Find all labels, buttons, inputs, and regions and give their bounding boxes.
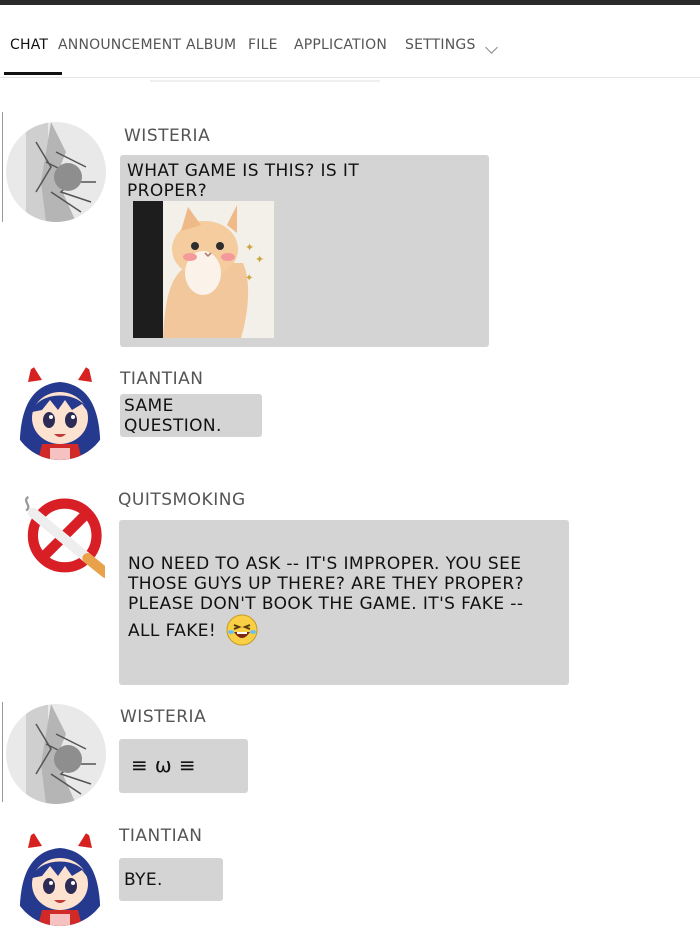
svg-text:✦: ✦	[255, 253, 264, 266]
message-text: ≡ ω ≡	[131, 753, 196, 777]
cat-photo[interactable]: ✦ ✦ ✦	[133, 201, 274, 338]
tab-bar: CHAT ANNOUNCEMENT ALBUM FILE APPLICATION…	[0, 5, 700, 78]
message-bubble[interactable]: SAME QUESTION.	[120, 394, 262, 437]
message-text: BYE.	[124, 870, 163, 890]
laughing-crying-emoji	[226, 614, 258, 651]
message-bubble[interactable]: BYE.	[119, 858, 223, 901]
message-text: SAME QUESTION.	[124, 396, 222, 436]
message-bubble[interactable]: WHAT GAME IS THIS? IS IT PROPER? ✦ ✦ ✦	[120, 155, 489, 347]
tab-application[interactable]: APPLICATION	[294, 37, 387, 53]
sender-name: WISTERIA	[124, 126, 211, 146]
sender-name: WISTERIA	[120, 707, 207, 727]
tiantian-avatar[interactable]	[10, 826, 110, 926]
sender-name: TIANTIAN	[119, 826, 203, 846]
message-text: WHAT GAME IS THIS? IS IT PROPER?	[127, 161, 360, 201]
tiantian-avatar[interactable]	[10, 360, 110, 460]
message-bubble[interactable]: ≡ ω ≡	[119, 739, 248, 793]
message-bubble[interactable]: NO NEED TO ASK -- IT'S IMPROPER. YOU SEE…	[119, 520, 569, 685]
svg-text:✦: ✦	[245, 241, 254, 254]
wisteria-avatar[interactable]	[6, 122, 106, 222]
chevron-down-icon[interactable]	[485, 41, 498, 54]
divider	[150, 80, 380, 82]
tab-chat[interactable]: CHAT	[10, 37, 48, 53]
tab-album[interactable]: ALBUM	[186, 37, 236, 53]
sender-name: QUITSMOKING	[118, 490, 246, 510]
divider	[2, 112, 3, 222]
message-text-content: NO NEED TO ASK -- IT'S IMPROPER. YOU SEE…	[128, 554, 525, 641]
svg-text:✦: ✦	[245, 273, 253, 284]
active-tab-indicator	[4, 72, 62, 75]
divider	[2, 702, 3, 802]
tab-settings[interactable]: SETTINGS	[405, 37, 476, 53]
tab-file[interactable]: FILE	[248, 37, 278, 53]
tab-announcement[interactable]: ANNOUNCEMENT	[58, 37, 181, 53]
wisteria-avatar[interactable]	[6, 704, 106, 804]
sender-name: TIANTIAN	[120, 369, 204, 389]
no-smoking-avatar[interactable]	[17, 490, 105, 578]
message-text: NO NEED TO ASK -- IT'S IMPROPER. YOU SEE…	[128, 554, 548, 651]
